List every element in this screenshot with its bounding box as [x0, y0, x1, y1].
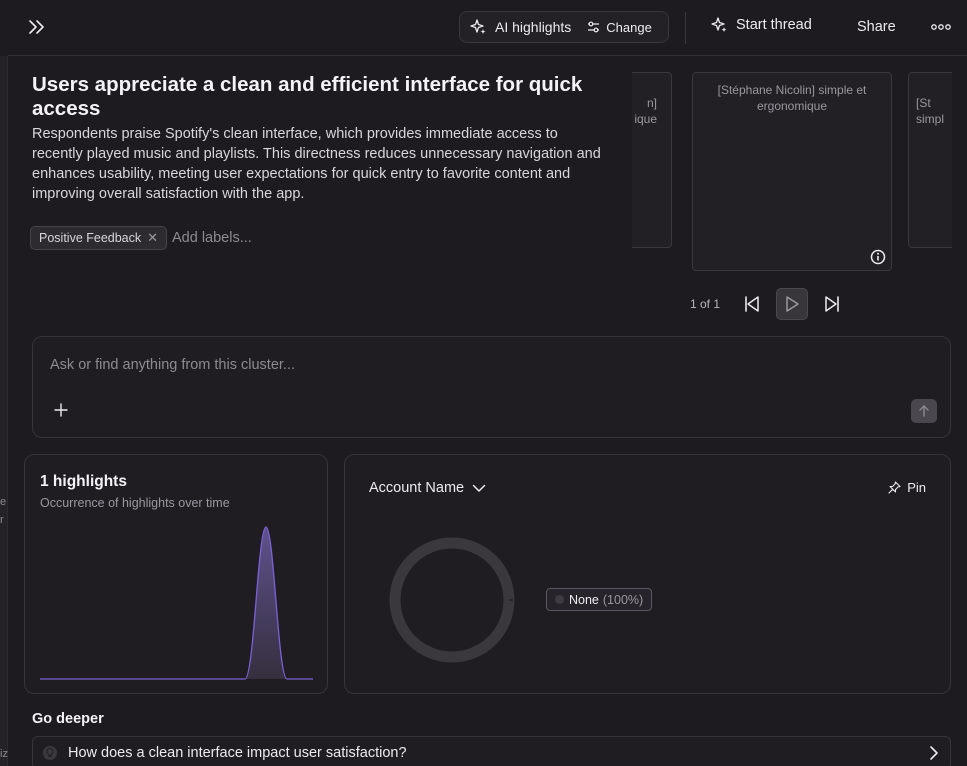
legend-item-none: None (100%): [546, 588, 653, 611]
highlights-count: 1 highlights: [40, 473, 127, 490]
play-button[interactable]: [776, 288, 808, 320]
label-chip-text: Positive Feedback: [39, 231, 142, 245]
highlight-card-next[interactable]: [St simpl: [908, 72, 952, 248]
add-labels-input[interactable]: Add labels...: [172, 230, 252, 246]
account-name-label: Account Name: [369, 480, 465, 496]
top-toolbar: AI highlights Change Start thread Share: [8, 0, 967, 56]
highlight-carousel: n] ique [Stéphane Nicolin] simple et erg…: [632, 72, 952, 278]
ai-highlights-label: AI highlights: [495, 19, 572, 35]
suggested-question-text: How does a clean interface impact user s…: [68, 745, 407, 761]
highlights-over-time-panel: 1 highlights Occurrence of highlights ov…: [24, 454, 328, 694]
remove-label-icon[interactable]: ✕: [147, 230, 158, 246]
donut-slice-none: [389, 537, 515, 663]
send-button[interactable]: [911, 399, 937, 423]
play-icon: [786, 296, 799, 312]
carousel-pager: 1 of 1: [690, 297, 721, 311]
cluster-description: Respondents praise Spotify's clean inter…: [32, 126, 601, 202]
pin-label: Pin: [907, 480, 926, 495]
account-name-dropdown[interactable]: Account Name: [369, 480, 486, 496]
cluster-title: Users appreciate a clean and efficient i…: [32, 73, 583, 120]
more-options-icon[interactable]: [930, 19, 952, 35]
side-fragment-1: e: [0, 496, 7, 508]
account-donut-chart: [389, 537, 515, 663]
collapsed-side-panel: e r iz: [0, 56, 8, 766]
suggested-question[interactable]: How does a clean interface impact user s…: [32, 736, 951, 766]
account-breakdown-panel: Account Name Pin None (100%): [344, 454, 951, 694]
info-icon[interactable]: [870, 249, 886, 265]
legend-name: None: [569, 592, 599, 607]
start-thread-label: Start thread: [736, 17, 812, 33]
highlight-card-text: [St simpl: [916, 96, 945, 126]
start-thread-button[interactable]: Start thread: [710, 16, 812, 34]
change-button[interactable]: Change: [587, 20, 652, 35]
side-fragment-3: iz: [0, 748, 8, 760]
chevron-down-icon: [472, 484, 486, 492]
share-button[interactable]: Share: [857, 19, 896, 35]
highlight-card-current[interactable]: [Stéphane Nicolin] simple et ergonomique: [692, 72, 892, 271]
highlight-card-text: n] ique: [634, 96, 657, 126]
occurrence-sparkline: [40, 526, 313, 680]
arrow-up-icon: [919, 405, 929, 417]
ask-box: [32, 336, 951, 438]
plus-icon[interactable]: [53, 402, 69, 418]
sparkle-icon: [470, 19, 486, 34]
skip-back-icon[interactable]: [742, 293, 762, 315]
label-chip-positive-feedback: Positive Feedback ✕: [30, 226, 168, 250]
toolbar-divider: [685, 12, 686, 44]
pin-icon: [888, 481, 901, 494]
pin-button[interactable]: Pin: [888, 480, 926, 495]
change-label: Change: [606, 19, 652, 35]
expand-double-chevron-icon[interactable]: [26, 16, 48, 38]
highlight-card-previous[interactable]: n] ique: [632, 72, 672, 248]
chevron-right-icon: [930, 746, 938, 760]
sliders-icon: [588, 21, 600, 33]
skip-forward-icon[interactable]: [822, 293, 842, 315]
highlights-subtitle: Occurrence of highlights over time: [40, 496, 230, 510]
legend-percent: (100%): [602, 592, 644, 607]
lightbulb-icon: [43, 746, 57, 760]
go-deeper-heading: Go deeper: [32, 711, 104, 727]
side-fragment-2: r: [0, 514, 4, 526]
ask-input[interactable]: [50, 355, 910, 375]
highlight-card-text: [Stéphane Nicolin] simple et ergonomique: [717, 83, 867, 113]
legend-swatch: [555, 595, 564, 604]
sparkle-icon: [711, 17, 727, 32]
ai-highlights-pill[interactable]: AI highlights Change: [459, 11, 669, 43]
